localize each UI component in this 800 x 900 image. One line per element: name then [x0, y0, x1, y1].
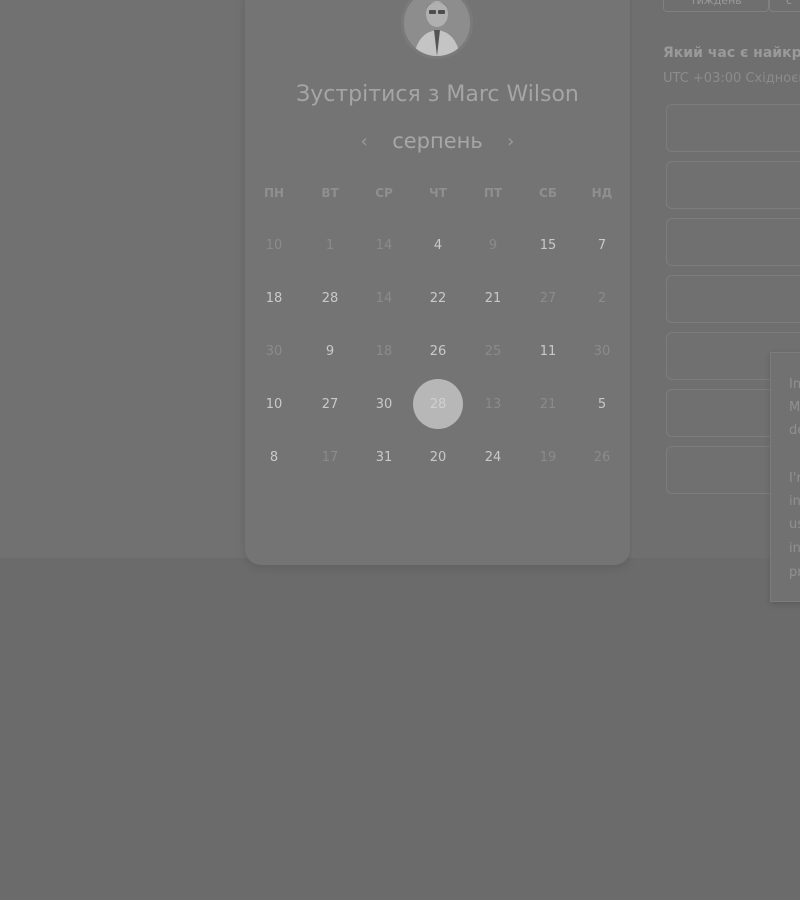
month-navigation: ‹ серпень ›	[245, 124, 630, 158]
calendar-day[interactable]: 31	[359, 432, 409, 482]
weekday-label: ЧТ	[429, 186, 447, 200]
calendar-day: 14	[375, 290, 393, 306]
calendar-day: 26	[593, 449, 611, 465]
popup-text-line: In	[789, 377, 800, 392]
info-popup: In Mde I'r in us in pr	[770, 352, 800, 602]
calendar-day: 9	[488, 237, 498, 253]
calendar-day: 27	[539, 290, 557, 306]
calendar-day: 30	[593, 343, 611, 359]
calendar-day: 21	[539, 396, 557, 412]
time-slot-button[interactable]	[666, 218, 800, 266]
popup-text-line: us	[789, 517, 800, 532]
calendar-day[interactable]: 15	[523, 220, 573, 270]
calendar-day[interactable]: 22	[413, 273, 463, 323]
tab-week[interactable]: тиждень	[663, 0, 769, 12]
calendar-day[interactable]: 18	[249, 273, 299, 323]
calendar-day[interactable]: 27	[305, 379, 355, 429]
timezone-label[interactable]: UTC +03:00 Східноєв	[663, 71, 800, 86]
weekday-label: ВТ	[321, 186, 339, 200]
calendar-day: 19	[539, 449, 557, 465]
calendar-day[interactable]: 9	[305, 326, 355, 376]
calendar-day[interactable]: 20	[413, 432, 463, 482]
meeting-title: Зустрітися з Marc Wilson	[296, 82, 579, 107]
time-question: Який час є найкращ	[663, 45, 800, 61]
next-month-button[interactable]: ›	[501, 131, 521, 152]
popup-text-line: I'r	[789, 471, 800, 486]
calendar-day[interactable]: 26	[413, 326, 463, 376]
calendar-day-selected[interactable]: 28	[413, 379, 463, 429]
popup-text-line: in	[789, 494, 800, 509]
calendar-day: 25	[484, 343, 502, 359]
popup-text-line: in	[789, 541, 800, 556]
calendar-day[interactable]: 21	[468, 273, 518, 323]
calendar-day[interactable]: 24	[468, 432, 518, 482]
weekday-label: НД	[591, 186, 613, 200]
prev-month-button[interactable]: ‹	[354, 131, 374, 152]
weekday-label: ПТ	[483, 186, 503, 200]
calendar-day: 14	[375, 237, 393, 253]
calendar-day[interactable]: 10	[249, 379, 299, 429]
calendar-day[interactable]: 5	[577, 379, 627, 429]
calendar-day: 2	[597, 290, 607, 306]
calendar-day: 18	[375, 343, 393, 359]
calendar-day: 13	[484, 396, 502, 412]
calendar-day[interactable]: 28	[305, 273, 355, 323]
calendar-day[interactable]: 11	[523, 326, 573, 376]
tab-other[interactable]: с	[769, 0, 800, 12]
calendar-day: 17	[321, 449, 339, 465]
time-slot-button[interactable]	[666, 275, 800, 323]
month-label: серпень	[392, 129, 483, 153]
weekday-label: ПН	[263, 186, 285, 200]
popup-text-line: de	[789, 423, 800, 438]
calendar-day[interactable]: 8	[249, 432, 299, 482]
weekday-label: СБ	[539, 186, 557, 200]
person-icon	[404, 0, 470, 56]
weekday-label: СР	[375, 186, 393, 200]
calendar-day[interactable]: 30	[359, 379, 409, 429]
calendar-day: 10	[265, 237, 283, 253]
time-slot-button[interactable]	[666, 161, 800, 209]
popup-text-line: M	[789, 400, 800, 415]
calendar-day: 30	[265, 343, 283, 359]
calendar-day: 1	[325, 237, 335, 253]
calendar-day[interactable]: 7	[577, 220, 627, 270]
time-slot-button[interactable]	[666, 104, 800, 152]
popup-text-line: pr	[789, 565, 800, 580]
calendar-day[interactable]: 4	[413, 220, 463, 270]
